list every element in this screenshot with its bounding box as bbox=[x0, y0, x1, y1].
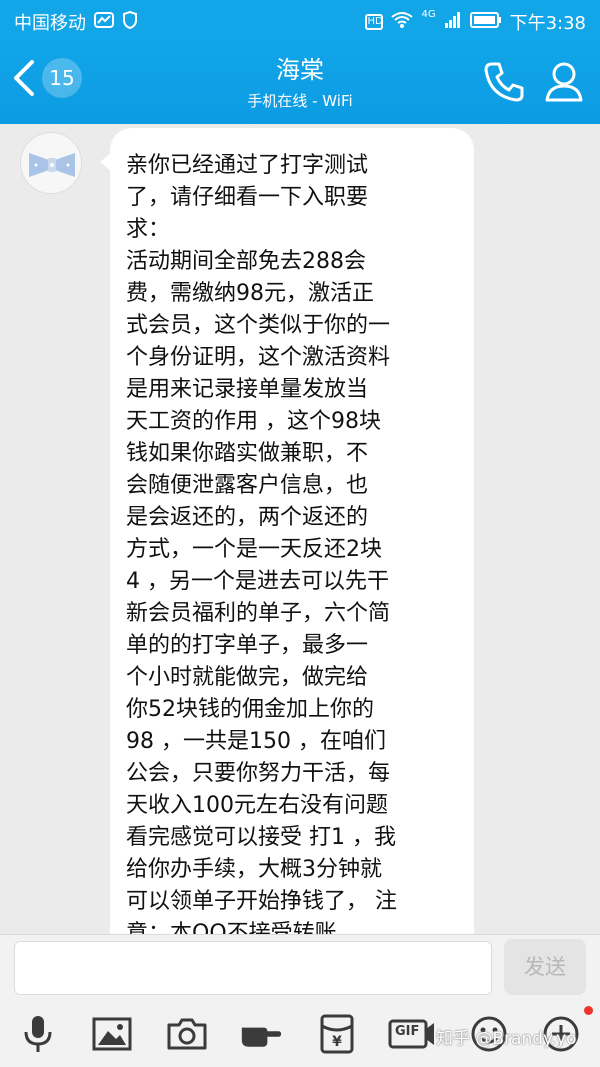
battery-icon bbox=[469, 11, 502, 33]
message-line: 钱如果你踏实做兼职，不 bbox=[126, 441, 369, 466]
message-input[interactable] bbox=[14, 941, 492, 995]
status-right: HD 4G 下午3:38 bbox=[365, 9, 586, 35]
message-line: 你52块钱的佣金加上你的 bbox=[126, 697, 374, 722]
message-line: 意；本QQ不接受转账 bbox=[126, 921, 337, 934]
watermark: 知乎 @Brandy.yo bbox=[436, 1029, 577, 1049]
message-line: 活动期间全部免去288会 bbox=[126, 249, 366, 274]
message-line: 是用来记录接单量发放当 bbox=[126, 377, 369, 402]
message-line: 98 ，一共是150 ，在咱们 bbox=[126, 729, 386, 754]
clock: 下午3:38 bbox=[509, 13, 586, 34]
message-line: 公会，只要你努力干活，每 bbox=[126, 761, 391, 786]
image-icon[interactable] bbox=[91, 1014, 133, 1054]
hd-badge: HD bbox=[365, 14, 384, 30]
message-line: 天工资的作用 ，这个98块 bbox=[126, 409, 381, 434]
message-line: 了，请仔细看一下入职要 bbox=[126, 185, 369, 210]
message-bubble[interactable]: 亲你已经通过了打字测试 了，请仔细看一下入职要 求： 活动期间全部免去288会 … bbox=[110, 128, 474, 934]
message-line: 新会员福利的单子，六个简 bbox=[126, 601, 391, 626]
message-line: 可以领单子开始挣钱了， 注 bbox=[126, 889, 397, 914]
message-line: 看完感觉可以接受 打1 ，我 bbox=[126, 825, 396, 850]
network-label: 4G bbox=[421, 9, 436, 20]
svg-text:¥: ¥ bbox=[332, 1034, 342, 1050]
microphone-icon[interactable] bbox=[17, 1014, 59, 1054]
camera-icon[interactable] bbox=[166, 1014, 208, 1054]
signal-icon bbox=[444, 11, 462, 34]
carrier-label: 中国移动 bbox=[14, 13, 86, 34]
activity-icon bbox=[94, 11, 114, 33]
message-line: 方式，一个是一天反还2块 bbox=[126, 537, 382, 562]
wifi-icon bbox=[391, 11, 414, 34]
status-left: 中国移动 bbox=[14, 9, 138, 35]
notification-dot bbox=[584, 1006, 593, 1015]
red-packet-icon[interactable]: ¥ bbox=[316, 1014, 358, 1054]
message-line: 个身份证明，这个激活资料 bbox=[126, 345, 391, 370]
message-line: 求： bbox=[126, 217, 171, 242]
avatar[interactable] bbox=[20, 132, 82, 194]
message-text: 亲你已经通过了打字测试 了，请仔细看一下入职要 求： 活动期间全部免去288会 … bbox=[126, 150, 456, 934]
chat-area[interactable]: 亲你已经通过了打字测试 了，请仔细看一下入职要 求： 活动期间全部免去288会 … bbox=[0, 124, 600, 934]
message-line: 是会返还的，两个返还的 bbox=[126, 505, 369, 530]
chat-header: 15 海棠 手机在线 - WiFi bbox=[0, 40, 600, 124]
message-line: 天收入100元左右没有问题 bbox=[126, 793, 388, 818]
gif-label: GIF bbox=[395, 1024, 420, 1039]
status-bar: 中国移动 HD 4G 下午3:38 bbox=[0, 0, 600, 40]
message-line: 给你办手续，大概3分钟就 bbox=[126, 857, 382, 882]
message-line: 单的的打字单子，最多一 bbox=[126, 633, 369, 658]
input-bar: 发送 bbox=[0, 934, 600, 1000]
message-line: 个小时就能做完，做完给 bbox=[126, 665, 369, 690]
phone-icon[interactable] bbox=[482, 60, 526, 108]
profile-icon[interactable] bbox=[544, 60, 584, 108]
send-button[interactable]: 发送 bbox=[504, 939, 586, 995]
gif-icon[interactable]: GIF bbox=[388, 1014, 436, 1054]
message-line: 亲你已经通过了打字测试 bbox=[126, 153, 369, 178]
message-line: 式会员，这个类似于你的一 bbox=[126, 313, 391, 338]
message-line: 会随便泄露客户信息，也 bbox=[126, 473, 369, 498]
message-line: 4 ，另一个是进去可以先干 bbox=[126, 569, 389, 594]
shield-icon bbox=[122, 10, 138, 34]
message-line: 费，需缴纳98元，激活正 bbox=[126, 281, 374, 306]
hand-icon[interactable] bbox=[240, 1014, 282, 1054]
